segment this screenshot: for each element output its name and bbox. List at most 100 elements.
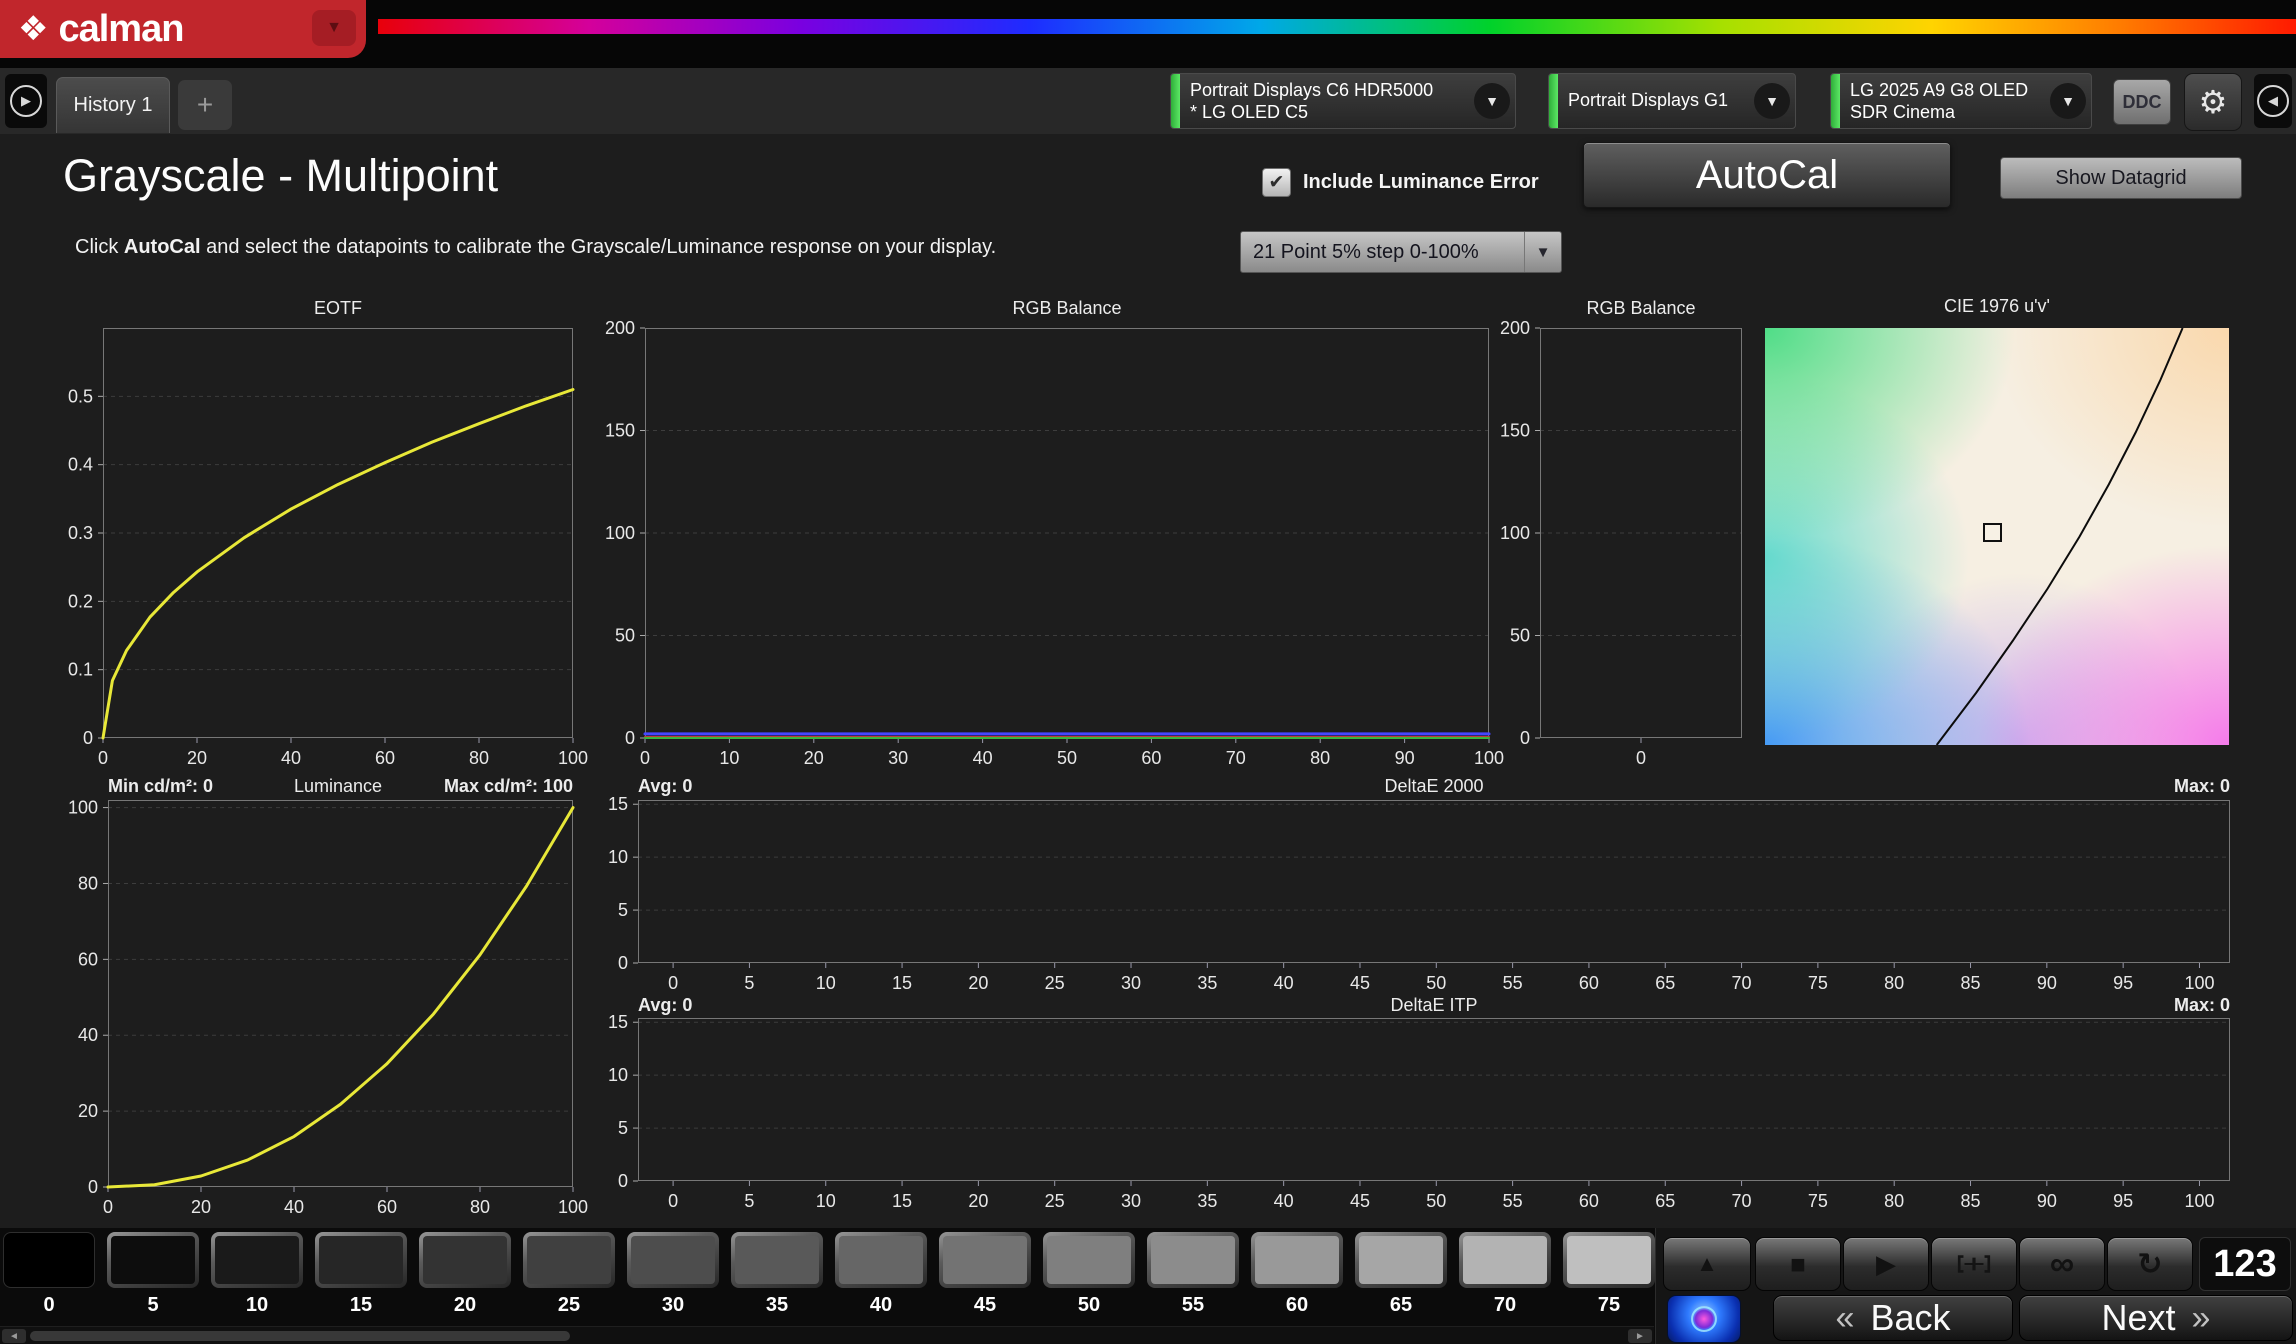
svg-text:0: 0 [103, 1197, 113, 1217]
calman-app-window: ❖ calman ▼ ▶ History 1 + Portrait Displa… [0, 0, 2296, 1344]
tab-history-1[interactable]: History 1 [56, 77, 170, 133]
svg-text:100: 100 [68, 798, 98, 818]
display-selector-dropdown[interactable]: LG 2025 A9 G8 OLED SDR Cinema ▼ [1830, 73, 2092, 129]
patch-label: 15 [350, 1294, 372, 1317]
instruction-post: and select the datapoints to calibrate t… [201, 236, 997, 258]
chevron-down-icon: ▼ [2050, 83, 2086, 119]
patch-label: 5 [147, 1294, 158, 1317]
patch-scroll-up-button[interactable]: ▲ [1663, 1237, 1751, 1291]
continuous-measure-button[interactable]: ∞ [2019, 1237, 2105, 1291]
instruction-pre: Click [75, 236, 124, 258]
gray-patch-button[interactable]: 35 [731, 1232, 823, 1317]
svg-text:60: 60 [1141, 748, 1161, 768]
de2000-max-label: Max: 0 [1960, 776, 2230, 797]
svg-text:80: 80 [1884, 973, 1904, 993]
svg-text:75: 75 [1808, 973, 1828, 993]
autocal-button[interactable]: AutoCal [1583, 142, 1951, 208]
settings-button[interactable]: ⚙ [2184, 73, 2242, 131]
checkbox-box[interactable]: ✔ [1262, 168, 1291, 197]
patch-label: 60 [1286, 1294, 1308, 1317]
gray-patch-button[interactable]: 25 [523, 1232, 615, 1317]
patch-label: 0 [43, 1294, 54, 1317]
svg-text:45: 45 [1350, 973, 1370, 993]
gray-patch-button[interactable]: 5 [107, 1232, 199, 1317]
single-measure-button[interactable] [1931, 1237, 2017, 1291]
rgb-balance-small-title: RGB Balance [1540, 298, 1742, 319]
gray-patch-button[interactable]: 20 [419, 1232, 511, 1317]
gray-patch-button[interactable]: 40 [835, 1232, 927, 1317]
gray-patch-button[interactable]: 15 [315, 1232, 407, 1317]
gray-patch-button[interactable]: 55 [1147, 1232, 1239, 1317]
stop-measurement-button[interactable]: ■ [1755, 1237, 1841, 1291]
svg-text:55: 55 [1503, 973, 1523, 993]
next-button[interactable]: Next » [2019, 1295, 2293, 1341]
chevrons-left-icon: « [1836, 1299, 1855, 1338]
svg-text:0: 0 [98, 748, 108, 768]
cie-1976-chart [1765, 328, 2229, 745]
svg-text:20: 20 [187, 748, 207, 768]
gray-patch-button[interactable]: 30 [627, 1232, 719, 1317]
patch-swatch [1251, 1232, 1343, 1288]
svg-text:200: 200 [1500, 318, 1530, 338]
gray-patch-button[interactable]: 65 [1355, 1232, 1447, 1317]
patch-swatch [1043, 1232, 1135, 1288]
calman-logo: ❖ calman ▼ [0, 0, 366, 58]
back-button[interactable]: « Back [1773, 1295, 2013, 1341]
patch-label: 55 [1182, 1294, 1204, 1317]
svg-text:10: 10 [816, 973, 836, 993]
eotf-title: EOTF [103, 298, 573, 319]
scroll-right-button[interactable]: ► [1628, 1329, 1652, 1343]
meter-line1: Portrait Displays C6 HDR5000 [1190, 80, 1459, 101]
ddc-button[interactable]: DDC [2113, 79, 2171, 125]
loop-measure-button[interactable]: ↻ [2107, 1237, 2193, 1291]
main-menu-button[interactable]: ▼ [312, 10, 356, 46]
gray-patch-button[interactable]: 0 [3, 1232, 95, 1317]
measurement-controls-panel: ▲ ■ ▶ ∞ ↻ 123 [1655, 1228, 2296, 1344]
svg-text:20: 20 [968, 1191, 988, 1211]
patch-label: 25 [558, 1294, 580, 1317]
svg-text:10: 10 [816, 1191, 836, 1211]
svg-text:25: 25 [1045, 973, 1065, 993]
scrollbar-thumb[interactable] [30, 1331, 570, 1341]
show-datagrid-button[interactable]: Show Datagrid [2000, 157, 2242, 199]
add-tab-button[interactable]: + [178, 80, 232, 130]
points-preset-dropdown[interactable]: 21 Point 5% step 0-100% ▼ [1240, 231, 1562, 273]
svg-text:30: 30 [1121, 1191, 1141, 1211]
include-luminance-error-checkbox[interactable]: ✔ Include Luminance Error [1262, 168, 1539, 197]
ddc-label: DDC [2123, 92, 2162, 113]
svg-text:85: 85 [1961, 1191, 1981, 1211]
arrow-up-icon: ▲ [1696, 1251, 1718, 1277]
gray-patch-button[interactable]: 50 [1043, 1232, 1135, 1317]
patch-scrollbar[interactable]: ◄ ► [0, 1326, 1654, 1344]
patch-swatch [211, 1232, 303, 1288]
svg-text:40: 40 [1274, 973, 1294, 993]
patch-swatch [1459, 1232, 1551, 1288]
measurement-count-display[interactable]: 123 [2199, 1237, 2291, 1291]
svg-text:40: 40 [284, 1197, 304, 1217]
scroll-left-button[interactable]: ◄ [2, 1329, 26, 1343]
svg-text:15: 15 [892, 1191, 912, 1211]
gray-patch-button[interactable]: 60 [1251, 1232, 1343, 1317]
play-measurement-button[interactable]: ▶ [1843, 1237, 1929, 1291]
gray-patch-button[interactable]: 70 [1459, 1232, 1551, 1317]
svg-text:0: 0 [83, 728, 93, 748]
back-label: Back [1870, 1297, 1950, 1339]
gray-patch-button[interactable]: 10 [211, 1232, 303, 1317]
pattern-window-button[interactable] [1667, 1295, 1741, 1343]
svg-text:10: 10 [719, 748, 739, 768]
svg-text:80: 80 [78, 873, 98, 893]
gray-patch-button[interactable]: 75 [1563, 1232, 1655, 1317]
collapse-panel-button[interactable]: ◀ [2254, 74, 2292, 128]
gray-patch-button[interactable]: 45 [939, 1232, 1031, 1317]
meter-selector-dropdown[interactable]: Portrait Displays C6 HDR5000 * LG OLED C… [1170, 73, 1516, 129]
source-selector-dropdown[interactable]: Portrait Displays G1 ▼ [1548, 73, 1796, 129]
patch-swatch [419, 1232, 511, 1288]
history-panel-expand-button[interactable]: ▶ [5, 74, 47, 128]
source-connected-indicator [1549, 74, 1558, 128]
svg-text:70: 70 [1732, 973, 1752, 993]
tab-history-label: History 1 [74, 94, 153, 117]
chevron-down-icon: ▼ [326, 19, 342, 37]
svg-text:100: 100 [558, 1197, 588, 1217]
svg-text:100: 100 [558, 748, 588, 768]
autocal-label: AutoCal [1696, 153, 1838, 198]
